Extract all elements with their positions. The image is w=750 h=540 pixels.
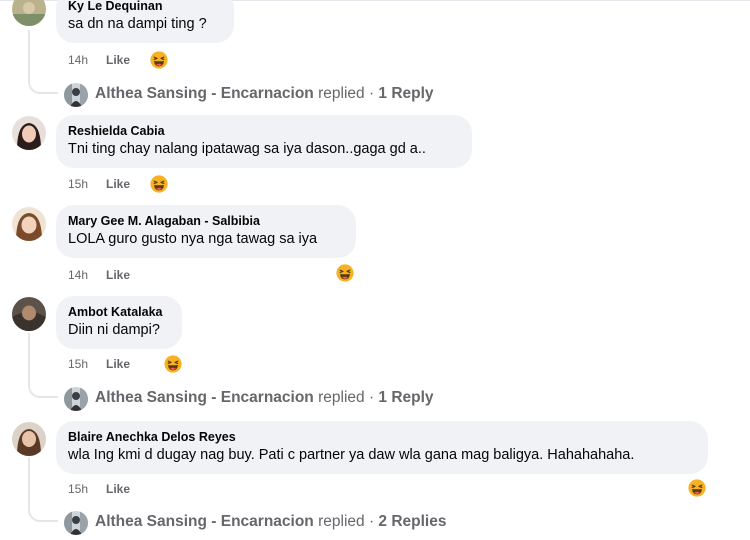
like-button[interactable]: Like (106, 51, 130, 69)
reply-count: 1 Reply (378, 85, 434, 102)
replier-name: Althea Sansing - Encarnacion (95, 85, 314, 102)
avatar[interactable] (12, 207, 46, 241)
comment-text: Diin ni dampi? (68, 322, 160, 338)
comment-author[interactable]: Ky Le Dequinan (68, 0, 222, 14)
reply-count: 2 Replies (378, 513, 447, 530)
laughing-face-icon[interactable] (688, 479, 706, 497)
comment-time[interactable]: 15h (68, 175, 88, 193)
comment-text: LOLA guro gusto nya nga tawag sa iya (68, 231, 318, 247)
reply-count: 1 Reply (378, 389, 434, 406)
avatar (64, 511, 88, 535)
comment-bubble: Reshielda Cabia Tni ting chay nalang ipa… (56, 115, 472, 168)
comment-bubble: Mary Gee M. Alagaban - Salbibia LOLA gur… (56, 205, 356, 258)
comment-text: sa dn na dampi ting ? (68, 16, 207, 32)
comment-author[interactable]: Ambot Katalaka (68, 304, 170, 320)
comment-author[interactable]: Mary Gee M. Alagaban - Salbibia (68, 213, 344, 229)
replied-label: replied (318, 389, 365, 406)
like-button[interactable]: Like (106, 266, 130, 284)
avatar (64, 387, 88, 411)
laughing-face-icon[interactable] (150, 51, 168, 69)
replier-name: Althea Sansing - Encarnacion (95, 513, 314, 530)
comment-author[interactable]: Reshielda Cabia (68, 123, 460, 139)
comment-bubble: Ambot Katalaka Diin ni dampi? (56, 296, 182, 349)
laughing-face-icon[interactable] (336, 264, 354, 282)
thread-line (28, 30, 30, 82)
comment-time[interactable]: 14h (68, 51, 88, 69)
avatar (64, 83, 88, 107)
comment-time[interactable]: 14h (68, 266, 88, 284)
comment-text: wla Ing kmi d dugay nag buy. Pati c part… (68, 447, 635, 463)
thread-line (28, 458, 30, 510)
avatar[interactable] (12, 422, 46, 456)
laughing-face-icon[interactable] (164, 355, 182, 373)
comment-time[interactable]: 15h (68, 355, 88, 373)
comment-time[interactable]: 15h (68, 480, 88, 498)
comment-text: Tni ting chay nalang ipatawag sa iya das… (68, 141, 426, 157)
replier-name: Althea Sansing - Encarnacion (95, 389, 314, 406)
comment-bubble: Blaire Anechka Delos Reyes wla Ing kmi d… (56, 421, 708, 474)
thread-connector (28, 510, 58, 522)
laughing-face-icon[interactable] (150, 175, 168, 193)
thread-connector (28, 82, 58, 94)
avatar[interactable] (12, 297, 46, 331)
thread-line (28, 333, 30, 386)
like-button[interactable]: Like (106, 355, 130, 373)
replied-label: replied (318, 513, 365, 530)
comment-bubble: Ky Le Dequinan sa dn na dampi ting ? (56, 0, 234, 43)
avatar[interactable] (12, 116, 46, 150)
replied-label: replied (318, 85, 365, 102)
like-button[interactable]: Like (106, 480, 130, 498)
comment-author[interactable]: Blaire Anechka Delos Reyes (68, 429, 696, 445)
avatar[interactable] (12, 0, 46, 26)
thread-connector (28, 386, 58, 398)
like-button[interactable]: Like (106, 175, 130, 193)
